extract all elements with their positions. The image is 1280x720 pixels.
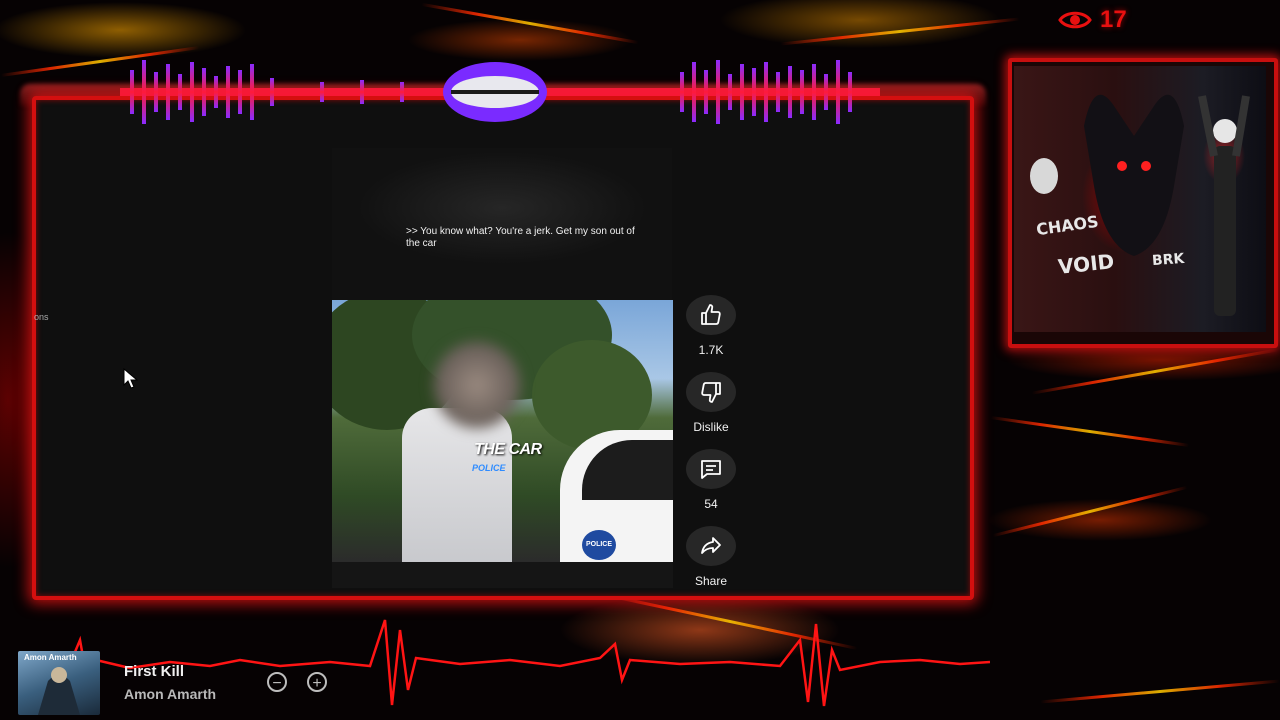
demon-artwork: CHAOS VOID BRK	[1014, 66, 1266, 332]
thumbs-down-icon	[701, 382, 721, 403]
add-button[interactable]: +	[307, 672, 327, 692]
video-overlay-subtitle: POLICE	[472, 463, 506, 473]
comment-button[interactable]	[686, 449, 736, 489]
video-bottom-strip	[332, 562, 673, 588]
demon-figure	[1030, 94, 1250, 316]
sidebar-truncated-text: ons	[34, 312, 49, 322]
track-artist: Amon Amarth	[124, 686, 217, 702]
video-top-area	[332, 148, 672, 300]
viewer-count: 17	[1100, 6, 1127, 33]
mouse-cursor-icon	[123, 368, 139, 389]
plus-icon: +	[312, 675, 322, 692]
audio-visualizer	[120, 60, 880, 124]
dislike-action[interactable]: Dislike	[685, 372, 737, 434]
share-icon	[701, 537, 721, 554]
share-action[interactable]: Share	[685, 526, 737, 588]
minus-icon: −	[272, 675, 282, 692]
video-caption: >> You know what? You're a jerk. Get my …	[406, 226, 635, 249]
blurred-face	[432, 340, 522, 430]
remove-button[interactable]: −	[267, 672, 287, 692]
like-button[interactable]	[686, 295, 736, 335]
dislike-button[interactable]	[686, 372, 736, 412]
like-action[interactable]: 1.7K	[685, 295, 737, 357]
track-title: First Kill	[124, 663, 185, 680]
police-door-badge: POLICE	[582, 530, 616, 560]
video-player[interactable]: POLICE THE CAR POLICE	[332, 300, 673, 562]
comment-count: 54	[704, 497, 718, 511]
album-art: Amon Amarth	[18, 651, 100, 715]
eye-icon	[1058, 11, 1092, 29]
comment-action[interactable]: 54	[685, 449, 737, 511]
like-count: 1.7K	[698, 343, 724, 357]
album-figure-icon	[38, 667, 80, 715]
person	[402, 408, 512, 562]
viewer-counter: 17	[1058, 6, 1127, 34]
video-overlay-title: THE CAR	[474, 441, 542, 458]
dislike-label: Dislike	[693, 420, 729, 434]
comment-icon	[701, 460, 721, 479]
share-label: Share	[694, 574, 728, 588]
graffiti-tag: BRK	[1151, 250, 1185, 270]
thumbs-up-icon	[701, 304, 721, 325]
share-button[interactable]	[686, 526, 736, 566]
